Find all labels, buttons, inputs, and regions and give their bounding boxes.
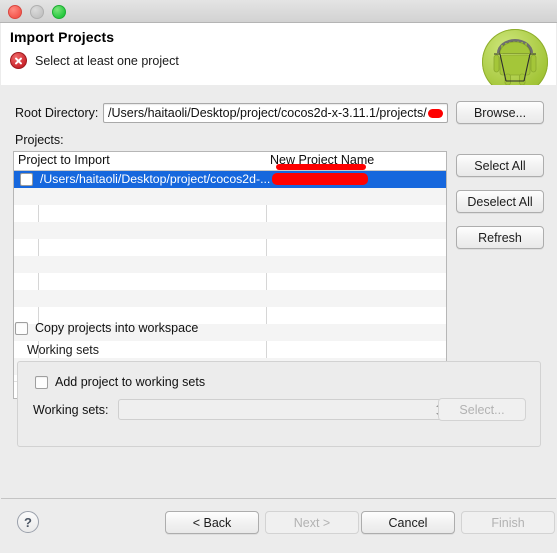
- root-directory-input[interactable]: /Users/haitaoli/Desktop/project/cocos2d-…: [103, 103, 448, 123]
- dialog-header: Import Projects Select at least one proj…: [1, 23, 556, 95]
- table-row-empty[interactable]: [14, 239, 446, 256]
- working-sets-group-title: Working sets: [27, 343, 100, 357]
- dialog-body: Root Directory: /Users/haitaoli/Desktop/…: [1, 85, 556, 498]
- row-checkbox[interactable]: [20, 173, 33, 186]
- add-project-label: Add project to working sets: [55, 375, 206, 389]
- page-title: Import Projects: [10, 29, 115, 45]
- dialog-footer: ? < Back Next > Cancel Finish: [1, 498, 556, 553]
- table-row-empty[interactable]: [14, 188, 446, 205]
- column-header-project-to-import[interactable]: Project to Import: [18, 153, 110, 167]
- deselect-all-button[interactable]: Deselect All: [456, 190, 544, 213]
- help-button[interactable]: ?: [17, 511, 39, 533]
- table-row-empty[interactable]: [14, 290, 446, 307]
- copy-projects-checkbox-row[interactable]: Copy projects into workspace: [15, 321, 198, 335]
- projects-label: Projects:: [15, 133, 64, 147]
- cell-new-project-name-redaction: [272, 173, 368, 185]
- cell-project-to-import: /Users/haitaoli/Desktop/project/cocos2d-…: [40, 172, 271, 186]
- select-working-sets-button[interactable]: Select...: [438, 398, 526, 421]
- browse-button[interactable]: Browse...: [456, 101, 544, 124]
- status-message-row: Select at least one project: [10, 52, 179, 69]
- working-sets-combobox[interactable]: [118, 399, 450, 420]
- back-button[interactable]: < Back: [165, 511, 259, 534]
- table-row-empty[interactable]: [14, 273, 446, 290]
- status-message: Select at least one project: [35, 53, 179, 68]
- table-row-empty[interactable]: [14, 256, 446, 273]
- refresh-button[interactable]: Refresh: [456, 226, 544, 249]
- header-redaction: [276, 164, 366, 170]
- next-button[interactable]: Next >: [265, 511, 359, 534]
- root-directory-redaction: [427, 108, 443, 118]
- root-directory-label: Root Directory:: [15, 106, 99, 120]
- table-row-empty[interactable]: [14, 222, 446, 239]
- select-all-button[interactable]: Select All: [456, 154, 544, 177]
- table-row-empty[interactable]: [14, 205, 446, 222]
- minimize-window-button[interactable]: [30, 5, 44, 19]
- working-sets-label: Working sets:: [33, 403, 109, 417]
- error-icon: [10, 52, 27, 69]
- zoom-window-button[interactable]: [52, 5, 66, 19]
- copy-projects-label: Copy projects into workspace: [35, 321, 199, 335]
- finish-button[interactable]: Finish: [461, 511, 555, 534]
- add-project-checkbox[interactable]: [35, 375, 48, 389]
- root-directory-value: /Users/haitaoli/Desktop/project/cocos2d-…: [108, 106, 427, 120]
- add-project-checkbox-row[interactable]: Add project to working sets: [35, 375, 205, 389]
- table-header: Project to Import New Project Name: [14, 152, 446, 171]
- copy-projects-checkbox[interactable]: [15, 321, 28, 335]
- close-window-button[interactable]: [8, 5, 22, 19]
- cancel-button[interactable]: Cancel: [361, 511, 455, 534]
- table-row[interactable]: /Users/haitaoli/Desktop/project/cocos2d-…: [14, 171, 446, 188]
- title-bar: [0, 0, 557, 23]
- import-projects-dialog: Import Projects Select at least one proj…: [0, 0, 557, 553]
- window-controls: [8, 5, 66, 19]
